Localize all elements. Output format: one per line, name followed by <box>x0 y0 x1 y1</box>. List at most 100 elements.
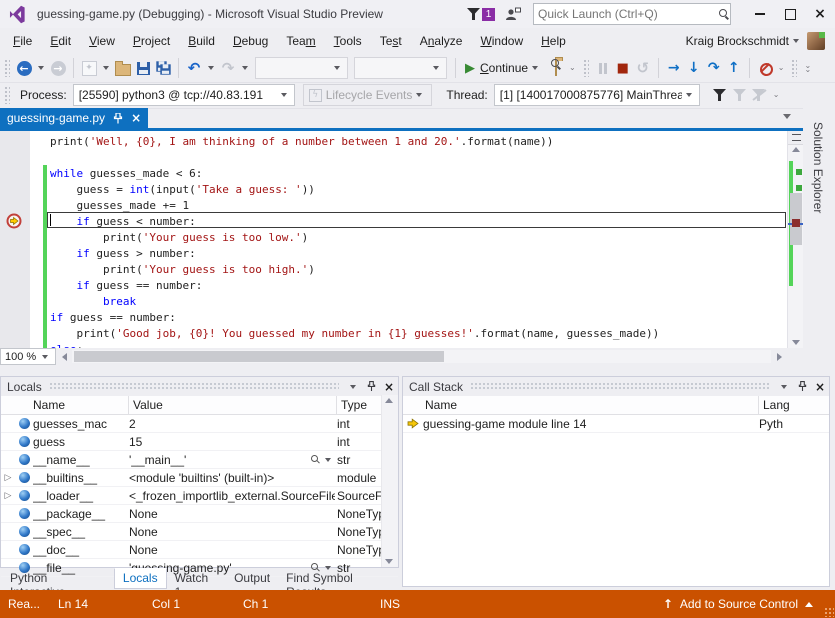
code-line[interactable]: guess = int(input('Take a guess: ')) <box>0 181 787 197</box>
close-button[interactable]: × <box>805 2 835 26</box>
hscroll-track[interactable] <box>72 350 771 363</box>
code-line[interactable]: if guess == number: <box>0 309 787 325</box>
reset-filter-button[interactable] <box>750 83 770 107</box>
toolbar-grip[interactable] <box>4 59 10 77</box>
column-header-name[interactable]: Name <box>403 396 759 414</box>
menu-item-file[interactable]: File <box>4 31 41 51</box>
document-list-dropdown-icon[interactable] <box>783 114 791 119</box>
menu-item-help[interactable]: Help <box>532 31 575 51</box>
minimize-button[interactable] <box>745 2 775 26</box>
step-into-button[interactable]: ↓ <box>684 56 704 80</box>
overflow-chevron-icon[interactable]: ⌄ <box>773 93 780 97</box>
open-file-button[interactable] <box>113 56 133 80</box>
locals-row[interactable]: __spec__NoneNoneTyp <box>1 523 398 541</box>
locals-row[interactable]: __name__'__main__'str <box>1 451 398 469</box>
step-over-button[interactable]: ↷ <box>704 56 724 80</box>
close-tab-icon[interactable]: × <box>131 111 141 125</box>
code-line[interactable]: if guess == number: <box>0 277 787 293</box>
menu-item-test[interactable]: Test <box>371 31 411 51</box>
expander-icon[interactable]: ▷ <box>1 473 15 483</box>
pin-icon[interactable] <box>798 381 807 392</box>
code-line[interactable]: print('Well, {0}, I am thinking of a num… <box>0 133 787 149</box>
callstack-panel-header[interactable]: Call Stack × <box>403 377 829 396</box>
code-editor[interactable]: print('Well, {0}, I am thinking of a num… <box>0 131 787 348</box>
restart-button[interactable]: ↺ <box>633 56 653 80</box>
split-window-handle[interactable] <box>788 131 804 145</box>
new-file-button[interactable]: ✦ <box>79 56 99 80</box>
menu-item-build[interactable]: Build <box>179 31 224 51</box>
undo-button[interactable]: ↶ <box>184 56 204 80</box>
code-line[interactable]: print('Your guess is too high.') <box>0 261 787 277</box>
thread-dropdown[interactable]: [1] [140017000875776] MainThreac <box>494 84 700 106</box>
back-dropdown-icon[interactable] <box>38 66 44 70</box>
platform-dropdown[interactable] <box>354 57 447 79</box>
column-header-value[interactable]: Value <box>129 396 337 414</box>
overflow-chevron-icon[interactable]: ⌄ <box>569 66 576 70</box>
tab-guessing-game[interactable]: guessing-game.py × <box>0 108 148 128</box>
menu-item-analyze[interactable]: Analyze <box>411 31 472 51</box>
redo-button[interactable]: ↷ <box>218 56 238 80</box>
menu-item-team[interactable]: Team <box>277 31 324 51</box>
current-statement-breakpoint-icon[interactable] <box>6 213 22 229</box>
pause-button[interactable] <box>593 56 613 80</box>
menu-item-view[interactable]: View <box>80 31 124 51</box>
quick-launch-input[interactable] <box>534 7 719 21</box>
code-line[interactable]: print('Your guess is too low.') <box>0 229 787 245</box>
menu-item-debug[interactable]: Debug <box>224 31 277 51</box>
close-icon[interactable]: × <box>815 380 825 394</box>
scroll-up-icon[interactable] <box>385 398 393 403</box>
undo-dropdown-icon[interactable] <box>208 66 214 70</box>
bottom-tab-locals[interactable]: Locals <box>114 568 167 589</box>
feedback-icon[interactable] <box>505 7 521 21</box>
code-line[interactable]: if guess > number: <box>0 245 787 261</box>
overflow-chevron-icon[interactable]: ⌄⌄ <box>804 64 811 72</box>
zoom-level-dropdown[interactable]: 100 % <box>0 348 56 365</box>
menu-item-project[interactable]: Project <box>124 31 179 51</box>
filter-threads-button[interactable] <box>710 83 730 107</box>
navigate-forward-button[interactable]: → <box>48 56 68 80</box>
toolbar-grip[interactable] <box>4 86 10 104</box>
scroll-left-button[interactable] <box>56 353 72 361</box>
magnifier-visualizer-icon[interactable] <box>311 455 335 465</box>
code-line[interactable]: guesses_made += 1 <box>0 197 787 213</box>
attach-to-process-button[interactable] <box>546 56 566 80</box>
new-file-dropdown-icon[interactable] <box>103 66 109 70</box>
locals-scrollbar[interactable] <box>381 395 398 567</box>
callstack-row[interactable]: guessing-game module line 14Pyth <box>403 415 829 433</box>
menu-item-window[interactable]: Window <box>471 31 532 51</box>
disable-breakpoints-button[interactable] <box>755 56 775 80</box>
maximize-button[interactable] <box>775 2 805 26</box>
expander-icon[interactable]: ▷ <box>1 491 15 501</box>
locals-row[interactable]: ▷__loader__<_frozen_importlib_external.S… <box>1 487 398 505</box>
configuration-dropdown[interactable] <box>255 57 348 79</box>
overflow-chevron-icon[interactable]: ⌄ <box>778 66 785 70</box>
stop-button[interactable]: ■ <box>613 56 633 80</box>
bottom-tab-output[interactable]: Output <box>226 569 278 588</box>
solution-explorer-strip[interactable]: Solution Explorer <box>803 108 835 368</box>
locals-row[interactable]: __doc__NoneNoneTyp <box>1 541 398 559</box>
navigate-back-button[interactable]: ← <box>14 56 34 80</box>
hscroll-thumb[interactable] <box>74 351 444 362</box>
scroll-up-icon[interactable] <box>792 147 800 152</box>
window-position-dropdown-icon[interactable] <box>781 385 787 389</box>
code-line[interactable]: break <box>0 293 787 309</box>
code-line[interactable]: else: <box>0 341 787 348</box>
redo-dropdown-icon[interactable] <box>242 66 248 70</box>
scroll-right-button[interactable] <box>771 353 787 361</box>
toolbar-grip[interactable] <box>583 59 589 77</box>
process-dropdown[interactable]: [25590] python3 @ tcp://40.83.191 <box>73 84 295 106</box>
pin-icon[interactable] <box>367 381 376 392</box>
lifecycle-events-button[interactable]: ϟ Lifecycle Events <box>303 84 433 106</box>
scroll-down-icon[interactable] <box>385 559 393 564</box>
locals-row[interactable]: ▷__builtins__<module 'builtins' (built-i… <box>1 469 398 487</box>
window-position-dropdown-icon[interactable] <box>350 385 356 389</box>
pin-icon[interactable] <box>113 113 123 124</box>
show-next-statement-button[interactable]: → <box>664 56 684 80</box>
column-header-lang[interactable]: Lang <box>759 396 829 414</box>
scroll-down-icon[interactable] <box>792 340 800 345</box>
column-header-name[interactable]: Name <box>1 396 129 414</box>
close-icon[interactable]: × <box>384 380 394 394</box>
filter-flagged-button[interactable] <box>730 83 750 107</box>
menu-item-edit[interactable]: Edit <box>41 31 80 51</box>
locals-panel-header[interactable]: Locals × <box>1 377 398 396</box>
